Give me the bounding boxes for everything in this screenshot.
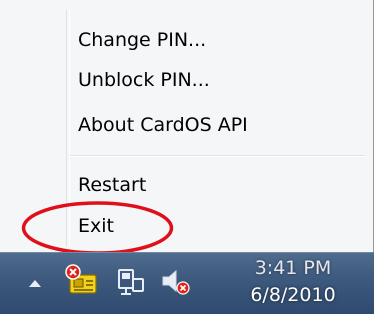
- network-icon[interactable]: [116, 267, 146, 297]
- context-menu: Change PIN... Unblock PIN... About CardO…: [0, 0, 374, 252]
- speaker-muted-icon[interactable]: [160, 267, 192, 297]
- cardos-api-icon[interactable]: [64, 263, 100, 299]
- clock-date[interactable]: 6/8/2010: [230, 284, 356, 306]
- show-hidden-icons-arrow-icon[interactable]: [28, 279, 42, 289]
- menu-icon-gutter: [66, 10, 70, 246]
- menu-item-unblock-pin[interactable]: Unblock PIN...: [78, 62, 358, 98]
- taskbar: 3:41 PM 6/8/2010: [0, 252, 374, 314]
- menu-separator: [70, 155, 366, 157]
- menu-item-exit[interactable]: Exit: [78, 208, 358, 244]
- menu-item-change-pin[interactable]: Change PIN...: [78, 22, 358, 58]
- menu-item-about-cardos-api[interactable]: About CardOS API: [78, 107, 358, 143]
- clock-time[interactable]: 3:41 PM: [230, 257, 356, 279]
- menu-item-restart[interactable]: Restart: [78, 167, 358, 203]
